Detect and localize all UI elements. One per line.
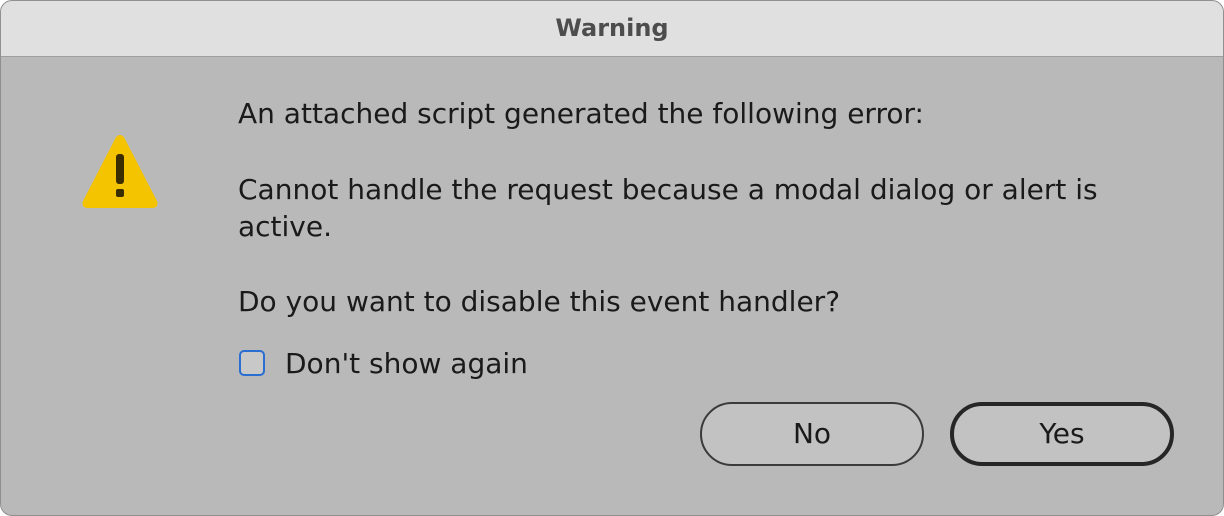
error-detail-text: Cannot handle the request because a moda… [238,173,1098,243]
question-text: Do you want to disable this event handle… [238,285,841,318]
no-button[interactable]: No [700,402,924,466]
error-intro-text: An attached script generated the followi… [238,97,924,130]
title-bar[interactable]: Warning [1,1,1223,57]
dont-show-again-row[interactable]: Don't show again [239,345,528,381]
warning-dialog: Warning An attached script generated the… [0,0,1224,516]
dont-show-again-label[interactable]: Don't show again [285,347,528,380]
warning-icon [82,135,158,208]
yes-button[interactable]: Yes [950,402,1174,466]
dont-show-again-checkbox[interactable] [239,350,265,376]
dialog-title: Warning [555,14,669,42]
